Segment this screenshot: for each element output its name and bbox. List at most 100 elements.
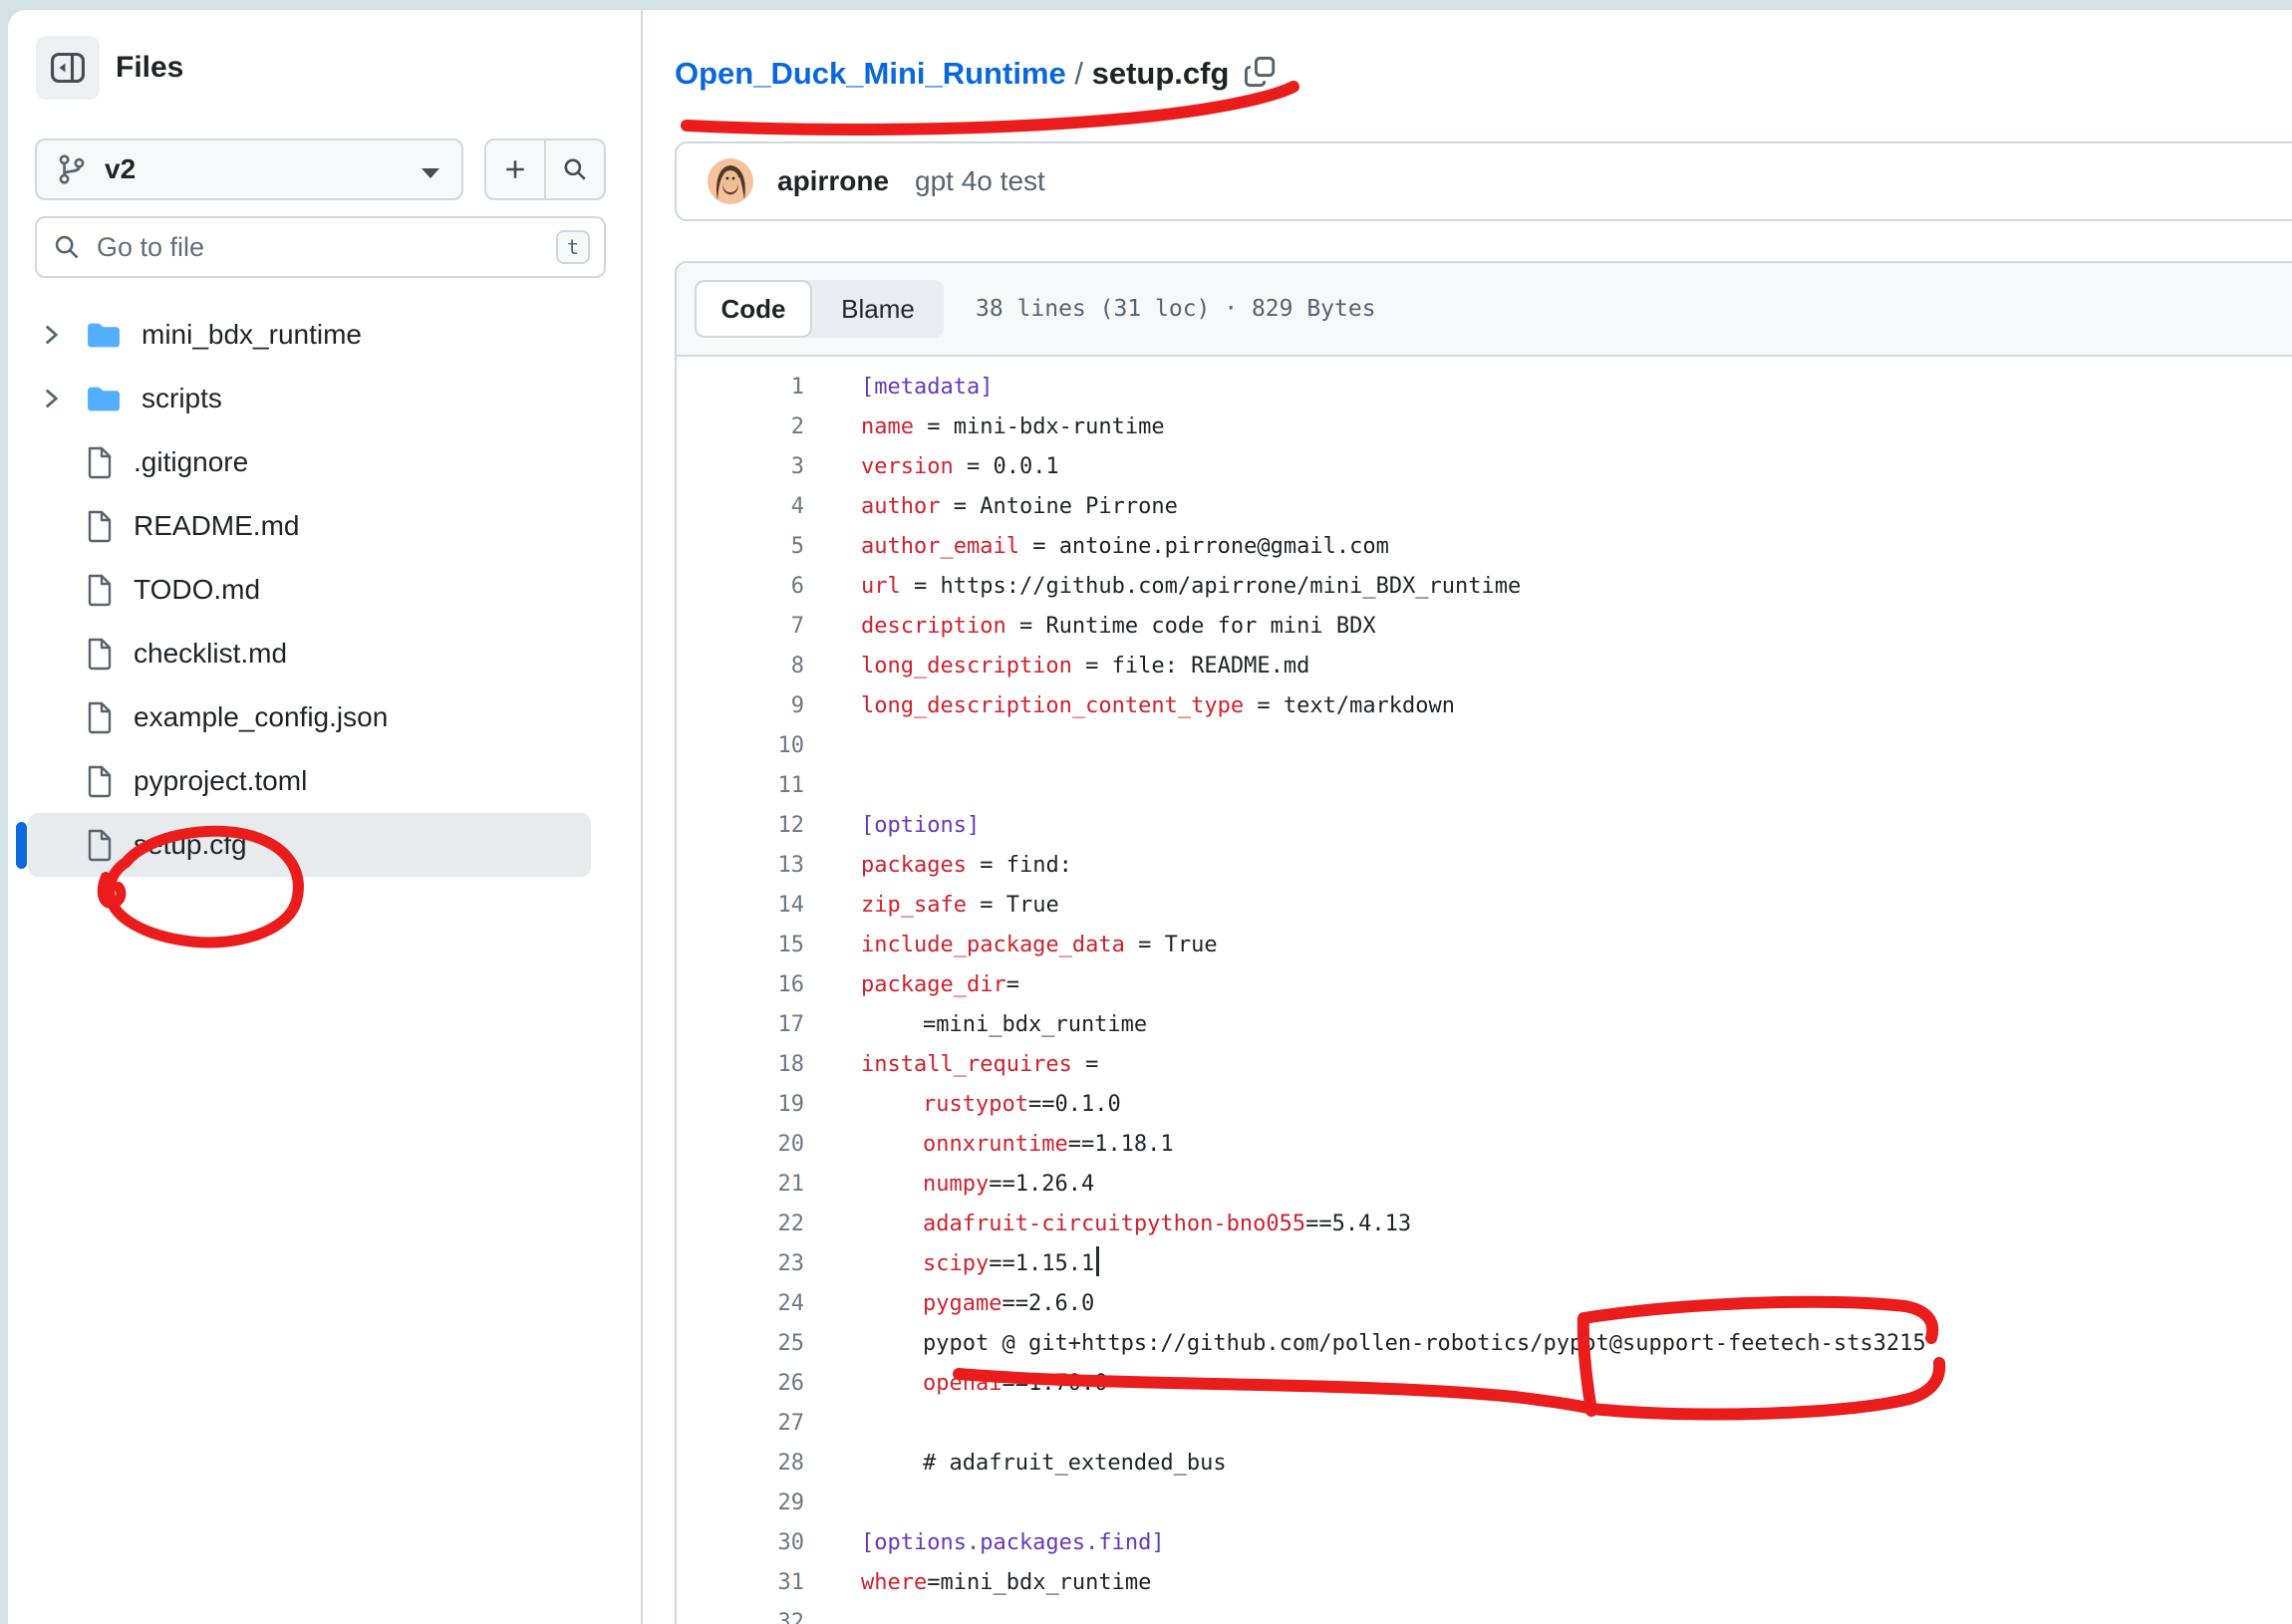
collapse-sidebar-icon	[50, 50, 86, 86]
goto-file-input[interactable]	[95, 231, 556, 264]
line-number[interactable]: 12	[677, 806, 804, 846]
line-content: rustypot==0.1.0	[804, 1085, 1121, 1125]
tree-item-label: setup.cfg	[134, 829, 247, 861]
code-line: 6url = https://github.com/apirrone/mini_…	[677, 567, 2292, 607]
line-number[interactable]: 31	[677, 1563, 804, 1603]
line-number[interactable]: 29	[677, 1484, 804, 1523]
line-content: include_package_data = True	[804, 926, 1218, 965]
line-content: install_requires =	[804, 1045, 1098, 1085]
line-number[interactable]: 18	[677, 1045, 804, 1085]
line-number[interactable]: 30	[677, 1523, 804, 1563]
breadcrumb: Open_Duck_Mini_Runtime / setup.cfg	[675, 56, 1229, 92]
code-line: 18install_requires =	[677, 1045, 2292, 1085]
code-line: 26openai==1.70.0	[677, 1364, 2292, 1404]
line-number[interactable]: 20	[677, 1125, 804, 1165]
line-number[interactable]: 9	[677, 686, 804, 726]
breadcrumb-repo-link[interactable]: Open_Duck_Mini_Runtime	[675, 56, 1066, 92]
line-content	[804, 766, 861, 806]
code-line: 27	[677, 1404, 2292, 1444]
code-panel: Code Blame 38 lines (31 loc) · 829 Bytes…	[675, 261, 2292, 1624]
chevron-right-icon[interactable]	[42, 386, 64, 411]
sidebar-item-example_config.json[interactable]: example_config.json	[28, 685, 591, 749]
sidebar-item-pyproject.toml[interactable]: pyproject.toml	[28, 749, 591, 813]
folder-icon	[86, 384, 122, 413]
code-line: 16package_dir=	[677, 965, 2292, 1005]
line-number[interactable]: 25	[677, 1324, 804, 1364]
line-number[interactable]: 22	[677, 1205, 804, 1244]
line-number[interactable]: 1	[677, 368, 804, 407]
line-content: openai==1.70.0	[804, 1364, 1107, 1404]
chevron-right-icon[interactable]	[42, 322, 64, 348]
sidebar-item-.gitignore[interactable]: .gitignore	[28, 430, 591, 494]
code-line: 30[options.packages.find]	[677, 1523, 2292, 1563]
file-icon	[86, 700, 114, 734]
code-line: 2name = mini-bdx-runtime	[677, 407, 2292, 447]
line-number[interactable]: 27	[677, 1404, 804, 1444]
line-number[interactable]: 19	[677, 1085, 804, 1125]
file-icon	[86, 828, 114, 862]
code-line: 21numpy==1.26.4	[677, 1165, 2292, 1205]
line-number[interactable]: 16	[677, 965, 804, 1005]
text-cursor	[1096, 1246, 1099, 1276]
line-content	[804, 1404, 861, 1444]
line-number[interactable]: 17	[677, 1005, 804, 1045]
line-content: # adafruit_extended_bus	[804, 1444, 1227, 1484]
collapse-sidebar-button[interactable]	[36, 36, 100, 100]
sidebar-item-scripts[interactable]: scripts	[28, 367, 591, 430]
commit-message[interactable]: gpt 4o test	[915, 165, 1045, 197]
search-tree-button[interactable]	[544, 140, 604, 198]
line-content	[804, 726, 861, 766]
commit-author[interactable]: apirrone	[777, 165, 889, 197]
sidebar-item-checklist.md[interactable]: checklist.md	[28, 622, 591, 685]
sidebar-item-setup.cfg[interactable]: setup.cfg	[28, 813, 591, 877]
sidebar-item-mini_bdx_runtime[interactable]: mini_bdx_runtime	[28, 303, 591, 367]
line-number[interactable]: 2	[677, 407, 804, 447]
goto-file-search: t	[35, 216, 606, 278]
line-content: pypot @ git+https://github.com/pollen-ro…	[804, 1324, 1926, 1364]
code-line: 25pypot @ git+https://github.com/pollen-…	[677, 1324, 2292, 1364]
add-file-button[interactable]	[486, 140, 544, 198]
code-blame-switch: Code Blame	[695, 280, 944, 338]
avatar[interactable]	[708, 158, 753, 204]
tree-item-label: scripts	[142, 383, 222, 414]
line-content: zip_safe = True	[804, 886, 1059, 926]
line-number[interactable]: 6	[677, 567, 804, 607]
line-number[interactable]: 7	[677, 607, 804, 647]
tab-blame[interactable]: Blame	[812, 280, 944, 338]
code-line: 31where=mini_bdx_runtime	[677, 1563, 2292, 1603]
line-number[interactable]: 14	[677, 886, 804, 926]
line-content: long_description = file: README.md	[804, 647, 1309, 686]
line-number[interactable]: 15	[677, 926, 804, 965]
sidebar-item-README.md[interactable]: README.md	[28, 494, 591, 558]
branch-selector[interactable]: v2	[35, 138, 463, 200]
line-number[interactable]: 13	[677, 846, 804, 886]
line-content: url = https://github.com/apirrone/mini_B…	[804, 567, 1521, 607]
sidebar-item-TODO.md[interactable]: TODO.md	[28, 558, 591, 622]
line-content: description = Runtime code for mini BDX	[804, 607, 1376, 647]
code-panel-header: Code Blame 38 lines (31 loc) · 829 Bytes	[677, 263, 2292, 357]
code-line: 29	[677, 1484, 2292, 1523]
code-line: 12[options]	[677, 806, 2292, 846]
line-number[interactable]: 24	[677, 1284, 804, 1324]
code-line: 20onnxruntime==1.18.1	[677, 1125, 2292, 1165]
line-number[interactable]: 26	[677, 1364, 804, 1404]
line-number[interactable]: 23	[677, 1244, 804, 1284]
line-number[interactable]: 32	[677, 1603, 804, 1624]
line-number[interactable]: 10	[677, 726, 804, 766]
line-content: author_email = antoine.pirrone@gmail.com	[804, 527, 1389, 567]
copy-path-button[interactable]	[1239, 50, 1283, 94]
code-line: 23scipy==1.15.1	[677, 1244, 2292, 1284]
code-line: 14zip_safe = True	[677, 886, 2292, 926]
folder-icon	[86, 320, 122, 350]
line-number[interactable]: 5	[677, 527, 804, 567]
code-line: 8long_description = file: README.md	[677, 647, 2292, 686]
line-number[interactable]: 21	[677, 1165, 804, 1205]
line-number[interactable]: 11	[677, 766, 804, 806]
code-line: 19rustypot==0.1.0	[677, 1085, 2292, 1125]
tab-code[interactable]: Code	[695, 280, 812, 338]
file-icon	[86, 764, 114, 798]
line-number[interactable]: 3	[677, 447, 804, 487]
line-number[interactable]: 8	[677, 647, 804, 686]
line-number[interactable]: 28	[677, 1444, 804, 1484]
line-number[interactable]: 4	[677, 487, 804, 527]
